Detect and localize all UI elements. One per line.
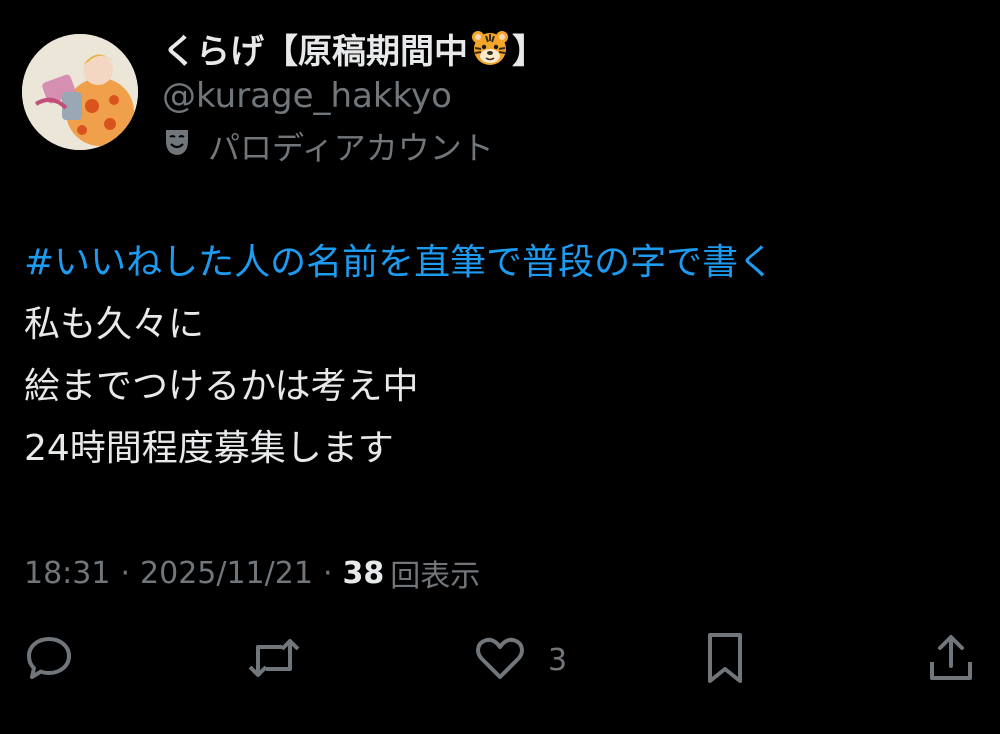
display-name-text: くらげ【原稿期間中 [162, 31, 468, 72]
bookmark-icon [702, 631, 748, 689]
like-button[interactable]: 3 [474, 628, 567, 692]
author-display-name[interactable]: くらげ【原稿期間中 】 [162, 22, 546, 74]
tweet-line: 私も久々に [24, 304, 205, 345]
repost-icon [246, 633, 302, 687]
share-icon [926, 632, 976, 688]
tweet-line: 24時間程度募集します [24, 428, 394, 469]
hashtag-link[interactable]: #いいねした人の名前を直筆で普段の字で書く [24, 242, 774, 283]
tweet-date[interactable]: 2025/11/21 [140, 556, 313, 591]
speech-bubble-icon [24, 633, 74, 687]
views-count: 38 [342, 555, 385, 591]
views-label: 回表示 [390, 559, 481, 594]
meta-separator: · [120, 555, 131, 591]
theater-mask-icon [162, 127, 192, 165]
author-handle[interactable]: @kurage_hakkyo [162, 74, 452, 118]
tweet-meta: 18:31 · 2025/11/21 · 38 回表示 [24, 548, 480, 598]
tiger-face-icon [470, 28, 510, 68]
display-name-suffix: 】 [512, 31, 546, 72]
avatar[interactable] [22, 34, 138, 150]
reply-button[interactable] [24, 628, 74, 692]
account-label: パロディアカウント [162, 124, 494, 168]
heart-icon [474, 633, 526, 687]
like-count: 3 [548, 642, 568, 678]
share-button[interactable] [926, 628, 976, 692]
meta-separator: · [322, 555, 333, 591]
tweet-time[interactable]: 18:31 [24, 556, 110, 591]
account-label-text: パロディアカウント [208, 129, 494, 167]
tweet-text: #いいねした人の名前を直筆で普段の字で書く 私も久々に 絵までつけるかは考え中 … [24, 232, 974, 480]
tweet-line: 絵までつけるかは考え中 [24, 366, 419, 407]
avatar-illustration [22, 34, 138, 150]
bookmark-button[interactable] [702, 628, 748, 692]
action-bar: 3 [0, 628, 1000, 692]
repost-button[interactable] [246, 628, 302, 692]
